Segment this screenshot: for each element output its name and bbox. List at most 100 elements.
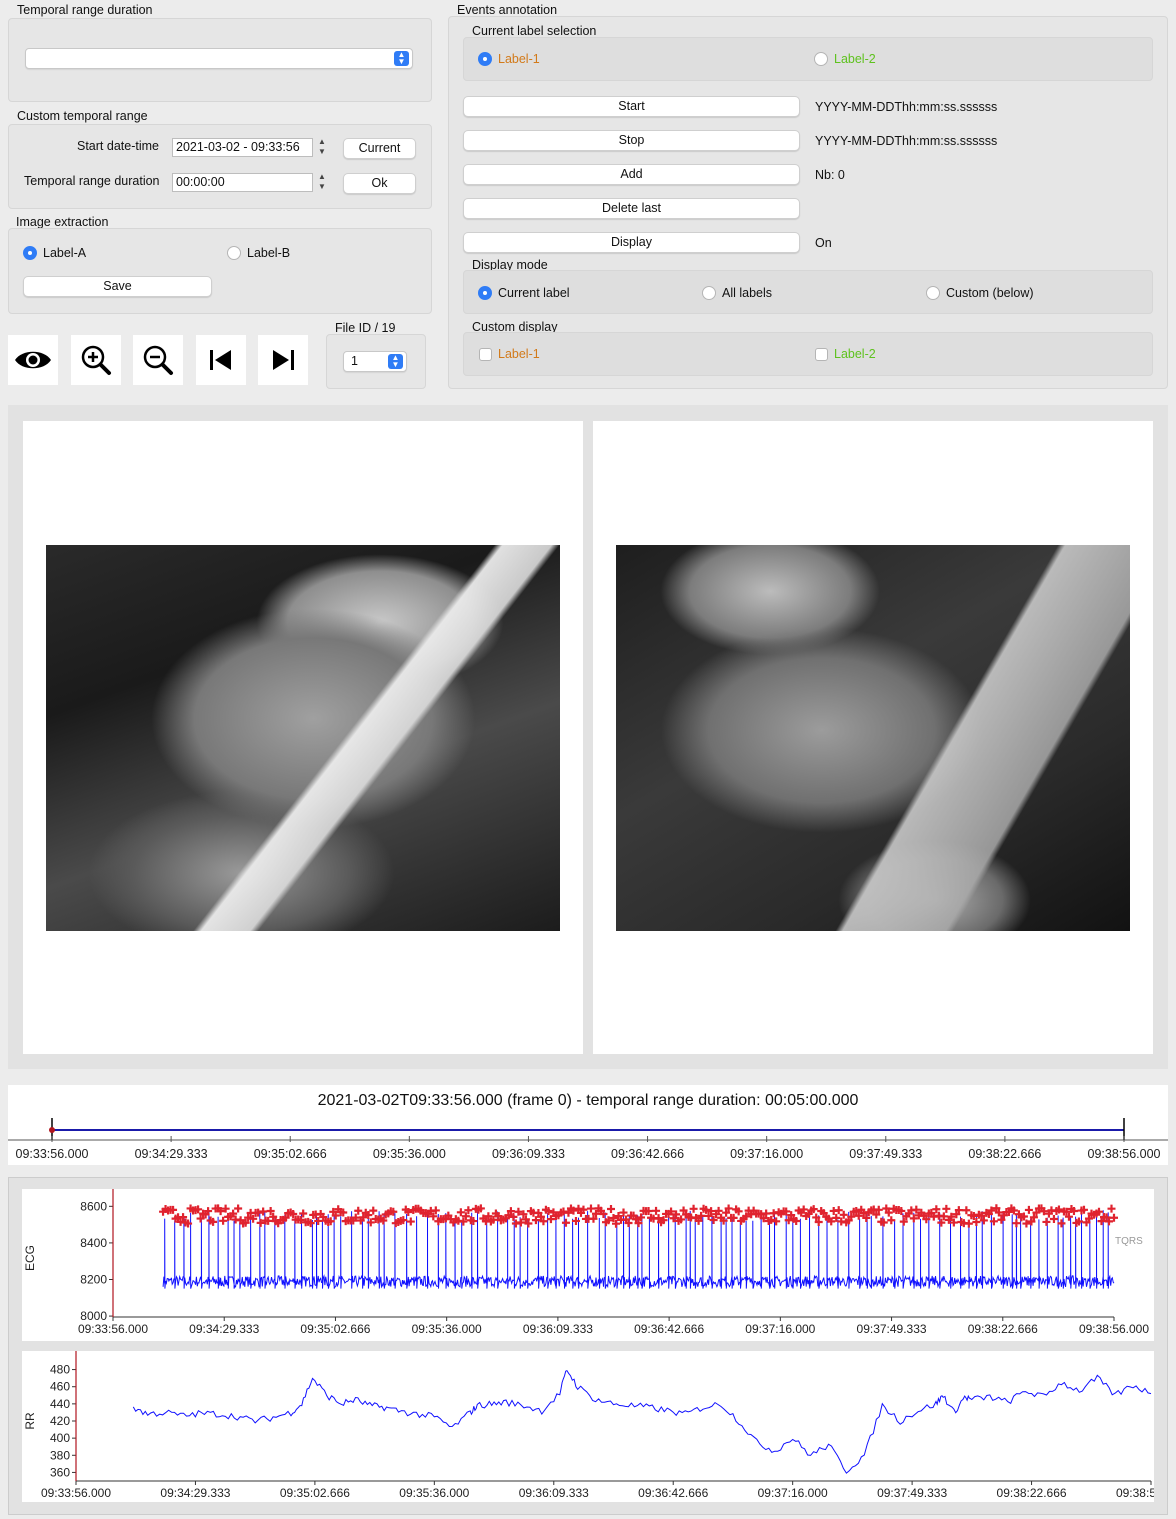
timeline-tick-label: 09:34:29.333 — [135, 1147, 208, 1161]
current-button[interactable]: Current — [343, 138, 416, 159]
mode-current-radio[interactable]: Current label — [478, 286, 570, 300]
x-tick-label: 09:34:29.333 — [189, 1322, 259, 1336]
display-button[interactable]: Display — [463, 232, 800, 253]
skip-start-button[interactable] — [196, 335, 246, 385]
rpeak-marker — [1012, 1219, 1021, 1228]
start-button[interactable]: Start — [463, 96, 800, 117]
timeline-tick-label: 09:38:22.666 — [968, 1147, 1041, 1161]
label-2-radio[interactable]: Label-2 — [814, 52, 876, 66]
image-extraction-title: Image extraction — [16, 215, 109, 229]
radio-unselected-icon — [814, 52, 828, 66]
x-tick-label: 09:35:36.000 — [399, 1486, 469, 1500]
label-1-text: Label-1 — [498, 52, 540, 66]
x-tick-label: 09:33:56.000 — [78, 1322, 148, 1336]
file-id-title: File ID / 19 — [335, 321, 396, 335]
x-tick-label: 09:38:56.000 — [1116, 1486, 1154, 1500]
stop-timestamp: YYYY-MM-DDThh:mm:ss.ssssss — [815, 134, 998, 148]
rpeak-markers — [159, 1204, 1118, 1228]
rpeak-marker — [689, 1204, 698, 1213]
start-datetime-label: Start date-time — [77, 139, 159, 153]
checkbox-icon — [479, 347, 492, 361]
custom-label-2-text: Label-2 — [834, 347, 876, 361]
start-datetime-field[interactable]: 2021-03-02 - 09:33:56 — [172, 138, 313, 157]
rpeak-marker — [456, 1208, 465, 1217]
current-label-title: Current label selection — [472, 24, 597, 38]
timeline-tick-label: 09:33:56.000 — [16, 1147, 89, 1161]
custom-display-group — [463, 332, 1153, 376]
y-tick-label: 400 — [50, 1431, 70, 1445]
rr-signal-line — [132, 1369, 1152, 1474]
image-extraction-group — [8, 228, 432, 314]
delete-last-button[interactable]: Delete last — [463, 198, 800, 219]
temporal-range-select[interactable]: ▲ ▼ — [25, 48, 413, 69]
file-id-value: 1 — [351, 354, 358, 368]
label-b-radio[interactable]: Label-B — [227, 246, 290, 260]
zoom-in-button[interactable] — [71, 335, 121, 385]
camera-panel-right — [593, 421, 1153, 1054]
timeline-tick-label: 09:35:36.000 — [373, 1147, 446, 1161]
radio-selected-icon — [23, 246, 37, 260]
mode-all-radio[interactable]: All labels — [702, 286, 772, 300]
y-axis-label: RR — [23, 1412, 37, 1430]
eye-button[interactable] — [8, 335, 58, 385]
skip-to-end-icon — [273, 350, 294, 370]
label-1-radio[interactable]: Label-1 — [478, 52, 540, 66]
y-tick-label: 360 — [50, 1465, 70, 1479]
chevron-updown-icon: ▲ ▼ — [388, 354, 403, 369]
x-tick-label: 09:36:42.666 — [634, 1322, 704, 1336]
x-tick-label: 09:34:29.333 — [160, 1486, 230, 1500]
add-button[interactable]: Add — [463, 164, 800, 185]
radio-unselected-icon — [702, 286, 716, 300]
current-label-group — [463, 37, 1153, 81]
mode-custom-radio[interactable]: Custom (below) — [926, 286, 1034, 300]
timeline-title: 2021-03-02T09:33:56.000 (frame 0) - temp… — [317, 1092, 859, 1109]
chevron-updown-icon: ▲ ▼ — [394, 51, 409, 66]
rpeak-marker — [887, 1216, 896, 1225]
rpeak-marker — [219, 1216, 228, 1225]
timeline-slider[interactable]: 09:33:56.000 09:34:29.333 09:35:02.666 09:3… — [8, 1110, 1168, 1165]
x-tick-label: 09:36:09.333 — [523, 1322, 593, 1336]
file-id-select[interactable]: 1 ▲ ▼ — [343, 351, 407, 372]
y-tick-label: 8400 — [80, 1236, 107, 1250]
ok-button[interactable]: Ok — [343, 173, 416, 194]
rpeak-marker — [964, 1219, 973, 1228]
custom-label-1-checkbox[interactable]: Label-1 — [479, 347, 540, 361]
save-button[interactable]: Save — [23, 276, 212, 297]
rpeak-marker — [606, 1205, 615, 1214]
event-count: Nb: 0 — [815, 168, 845, 182]
zoom-out-button[interactable] — [133, 335, 183, 385]
skip-end-button[interactable] — [258, 335, 308, 385]
rpeak-marker — [1024, 1205, 1033, 1214]
label-a-radio[interactable]: Label-A — [23, 246, 86, 260]
duration-field[interactable]: 00:00:00 — [172, 173, 313, 192]
start-timestamp: YYYY-MM-DDThh:mm:ss.ssssss — [815, 100, 998, 114]
camera-panel-left — [23, 421, 583, 1054]
rpeak-marker — [772, 1217, 781, 1226]
y-axis-label: ECG — [23, 1245, 37, 1271]
mode-all-text: All labels — [722, 286, 773, 300]
legend-label: TQRS — [1115, 1236, 1143, 1247]
camera-image-left — [46, 545, 560, 931]
custom-label-2-checkbox[interactable]: Label-2 — [815, 347, 876, 361]
x-tick-label: 09:35:02.666 — [280, 1486, 350, 1500]
x-tick-label: 09:38:22.666 — [968, 1322, 1038, 1336]
display-state: On — [815, 236, 832, 250]
x-tick-label: 09:36:42.666 — [638, 1486, 708, 1500]
timeline-cursor[interactable] — [49, 1127, 55, 1133]
rpeak-marker — [1057, 1219, 1066, 1228]
x-tick-label: 09:38:56.000 — [1079, 1322, 1149, 1336]
timeline-tick-label: 09:37:49.333 — [849, 1147, 922, 1161]
rpeak-marker — [962, 1206, 971, 1215]
duration-stepper[interactable]: ▲ ▼ — [316, 172, 328, 194]
stop-button[interactable]: Stop — [463, 130, 800, 151]
x-tick-label: 09:37:16.000 — [758, 1486, 828, 1500]
start-datetime-stepper[interactable]: ▲ ▼ — [316, 137, 328, 159]
rpeak-marker — [406, 1217, 415, 1226]
y-tick-label: 480 — [50, 1363, 70, 1377]
zoom-in-icon — [81, 345, 111, 375]
rpeak-marker — [942, 1204, 951, 1213]
custom-label-1-text: Label-1 — [498, 347, 540, 361]
duration-label: Temporal range duration — [24, 174, 160, 188]
label-a-text: Label-A — [43, 246, 87, 260]
y-tick-label: 440 — [50, 1397, 70, 1411]
